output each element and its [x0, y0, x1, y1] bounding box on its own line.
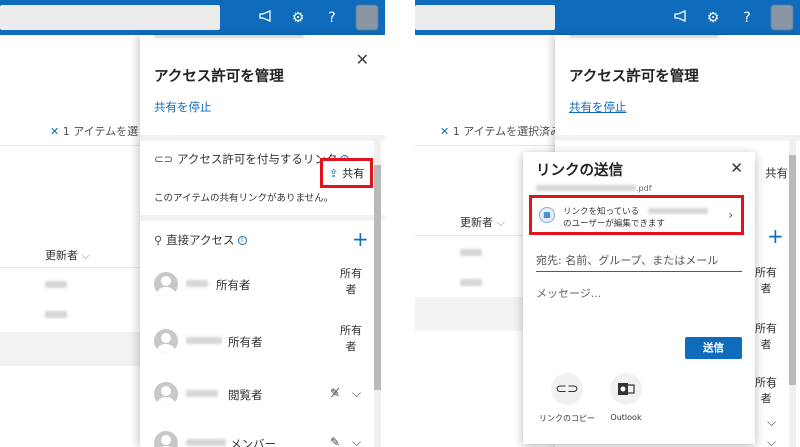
- list-item: [45, 311, 67, 318]
- table-row-selected[interactable]: [0, 332, 150, 366]
- divider: [0, 145, 150, 146]
- selection-status: ✕ 1 アイテムを選択済み: [440, 125, 562, 138]
- file-name: [154, 35, 304, 38]
- blurred-filename: [536, 185, 636, 191]
- member-permission: 所有者: [340, 267, 362, 296]
- scrollbar-thumb[interactable]: [789, 155, 796, 385]
- link-setting-line2: のユーザーが編集できます: [563, 219, 665, 229]
- chevron-down-icon[interactable]: ⌵: [352, 435, 361, 447]
- dialog-title: リンクの送信: [536, 163, 623, 179]
- outlook-icon: [610, 373, 642, 405]
- megaphone-icon[interactable]: [671, 8, 691, 28]
- avatar: [154, 272, 178, 296]
- files-background: ✕ 1 アイテムを選 更新者 ⌵: [0, 35, 150, 447]
- share-button[interactable]: ⇪ 共有: [320, 158, 374, 188]
- link-icon: ⊂⊃: [154, 152, 174, 166]
- megaphone-icon[interactable]: [256, 8, 276, 28]
- member-permission: 所有者: [755, 266, 777, 295]
- member-name: [186, 439, 226, 446]
- list-item: [460, 279, 482, 286]
- top-bar: ⚙ ?: [415, 0, 800, 35]
- page-title: アクセス許可を管理: [154, 69, 284, 85]
- chevron-down-icon[interactable]: ⌵: [767, 435, 776, 447]
- chevron-down-icon: ⌵: [496, 216, 505, 229]
- chevron-down-icon[interactable]: ⌵: [767, 378, 776, 393]
- member-role: 所有者: [216, 278, 251, 292]
- list-item: [460, 249, 482, 256]
- gear-icon[interactable]: ⚙: [288, 8, 308, 28]
- close-icon[interactable]: ✕: [730, 159, 743, 177]
- close-icon[interactable]: ✕: [440, 125, 453, 138]
- stop-sharing-link[interactable]: 共有を停止: [154, 99, 212, 115]
- file-name: [569, 35, 719, 38]
- account-avatar[interactable]: [771, 5, 793, 30]
- help-icon[interactable]: ?: [737, 8, 757, 28]
- search-box[interactable]: [0, 5, 220, 30]
- member-role: 所有者: [228, 335, 263, 349]
- blurred-org: [647, 208, 708, 214]
- section-divider: [140, 215, 385, 221]
- share-icon: ⇪: [329, 167, 339, 180]
- person-key-icon: ⚲: [154, 233, 163, 247]
- column-header-updater[interactable]: 更新者 ⌵: [460, 214, 505, 230]
- chevron-right-icon: ›: [728, 208, 733, 222]
- section-divider: [555, 135, 800, 141]
- copy-link-option[interactable]: ⊂⊃ リンクのコピー: [537, 373, 597, 424]
- help-icon[interactable]: ?: [322, 8, 342, 28]
- avatar: [154, 329, 178, 353]
- column-header-updater[interactable]: 更新者 ⌵: [45, 247, 90, 263]
- link-setting-line1: リンクを知っている: [563, 205, 708, 217]
- send-button[interactable]: 送信: [685, 337, 742, 359]
- page-title: アクセス許可を管理: [569, 69, 699, 85]
- section-divider: [140, 135, 385, 141]
- selection-status: ✕ 1 アイテムを選: [50, 125, 139, 138]
- chevron-down-icon[interactable]: ⌵: [352, 386, 361, 401]
- gear-icon[interactable]: ⚙: [703, 8, 723, 28]
- top-bar: ⚙ ?: [0, 0, 385, 35]
- close-icon[interactable]: ✕: [356, 50, 369, 69]
- recipients-input[interactable]: 宛先: 名前、グループ、またはメール: [536, 252, 742, 272]
- edit-icon[interactable]: ✎: [330, 435, 340, 447]
- info-icon[interactable]: i: [237, 236, 247, 245]
- add-member-button[interactable]: +: [767, 224, 784, 248]
- no-links-message: このアイテムの共有リンクがありません。: [154, 193, 334, 204]
- search-box[interactable]: [415, 5, 555, 30]
- avatar: [154, 382, 178, 406]
- member-name: [186, 337, 222, 344]
- chevron-down-icon[interactable]: ⌵: [767, 415, 776, 430]
- stop-sharing-link[interactable]: 共有を停止: [569, 99, 627, 115]
- member-role: メンバー: [230, 437, 276, 447]
- share-button-partial[interactable]: 共有: [765, 165, 788, 181]
- member-role: 閲覧者: [228, 388, 263, 402]
- divider: [415, 145, 555, 146]
- outlook-label: Outlook: [610, 413, 642, 422]
- send-link-dialog: リンクの送信 ✕ .pdf ▦ リンクを知っている のユーザーが編集できます ›…: [523, 152, 755, 444]
- account-avatar[interactable]: [356, 5, 378, 30]
- divider: [0, 267, 150, 268]
- no-edit-icon[interactable]: ✎̸: [330, 386, 340, 400]
- link-icon: ⊂⊃: [551, 373, 583, 405]
- member-name: [186, 280, 208, 287]
- message-input[interactable]: メッセージ...: [536, 285, 601, 301]
- link-settings-button[interactable]: ▦ リンクを知っている のユーザーが編集できます ›: [529, 195, 744, 235]
- member-permission: 所有者: [755, 322, 777, 351]
- add-member-button[interactable]: +: [352, 227, 369, 251]
- outlook-option[interactable]: Outlook: [596, 373, 656, 422]
- left-screenshot: ⚙ ? ✕ 1 アイテムを選 更新者 ⌵ アクセス許可を管理 ✕ 共有を停止 ⊂…: [0, 0, 385, 447]
- manage-access-panel: アクセス許可を管理 ✕ 共有を停止 ⊂⊃ アクセス許可を付与するリンクi ⇪共有…: [140, 35, 385, 447]
- direct-access-header: ⚲ 直接アクセス i: [154, 232, 247, 248]
- member-name: [186, 390, 218, 397]
- chevron-down-icon: ⌵: [81, 249, 90, 262]
- scrollbar-thumb[interactable]: [374, 165, 381, 390]
- avatar: [154, 431, 178, 447]
- copy-link-label: リンクのコピー: [539, 414, 595, 423]
- people-icon: ▦: [539, 207, 555, 223]
- file-name: .pdf: [536, 184, 652, 193]
- close-icon[interactable]: ✕: [50, 125, 63, 138]
- list-item: [45, 281, 67, 288]
- member-permission: 所有者: [340, 324, 362, 353]
